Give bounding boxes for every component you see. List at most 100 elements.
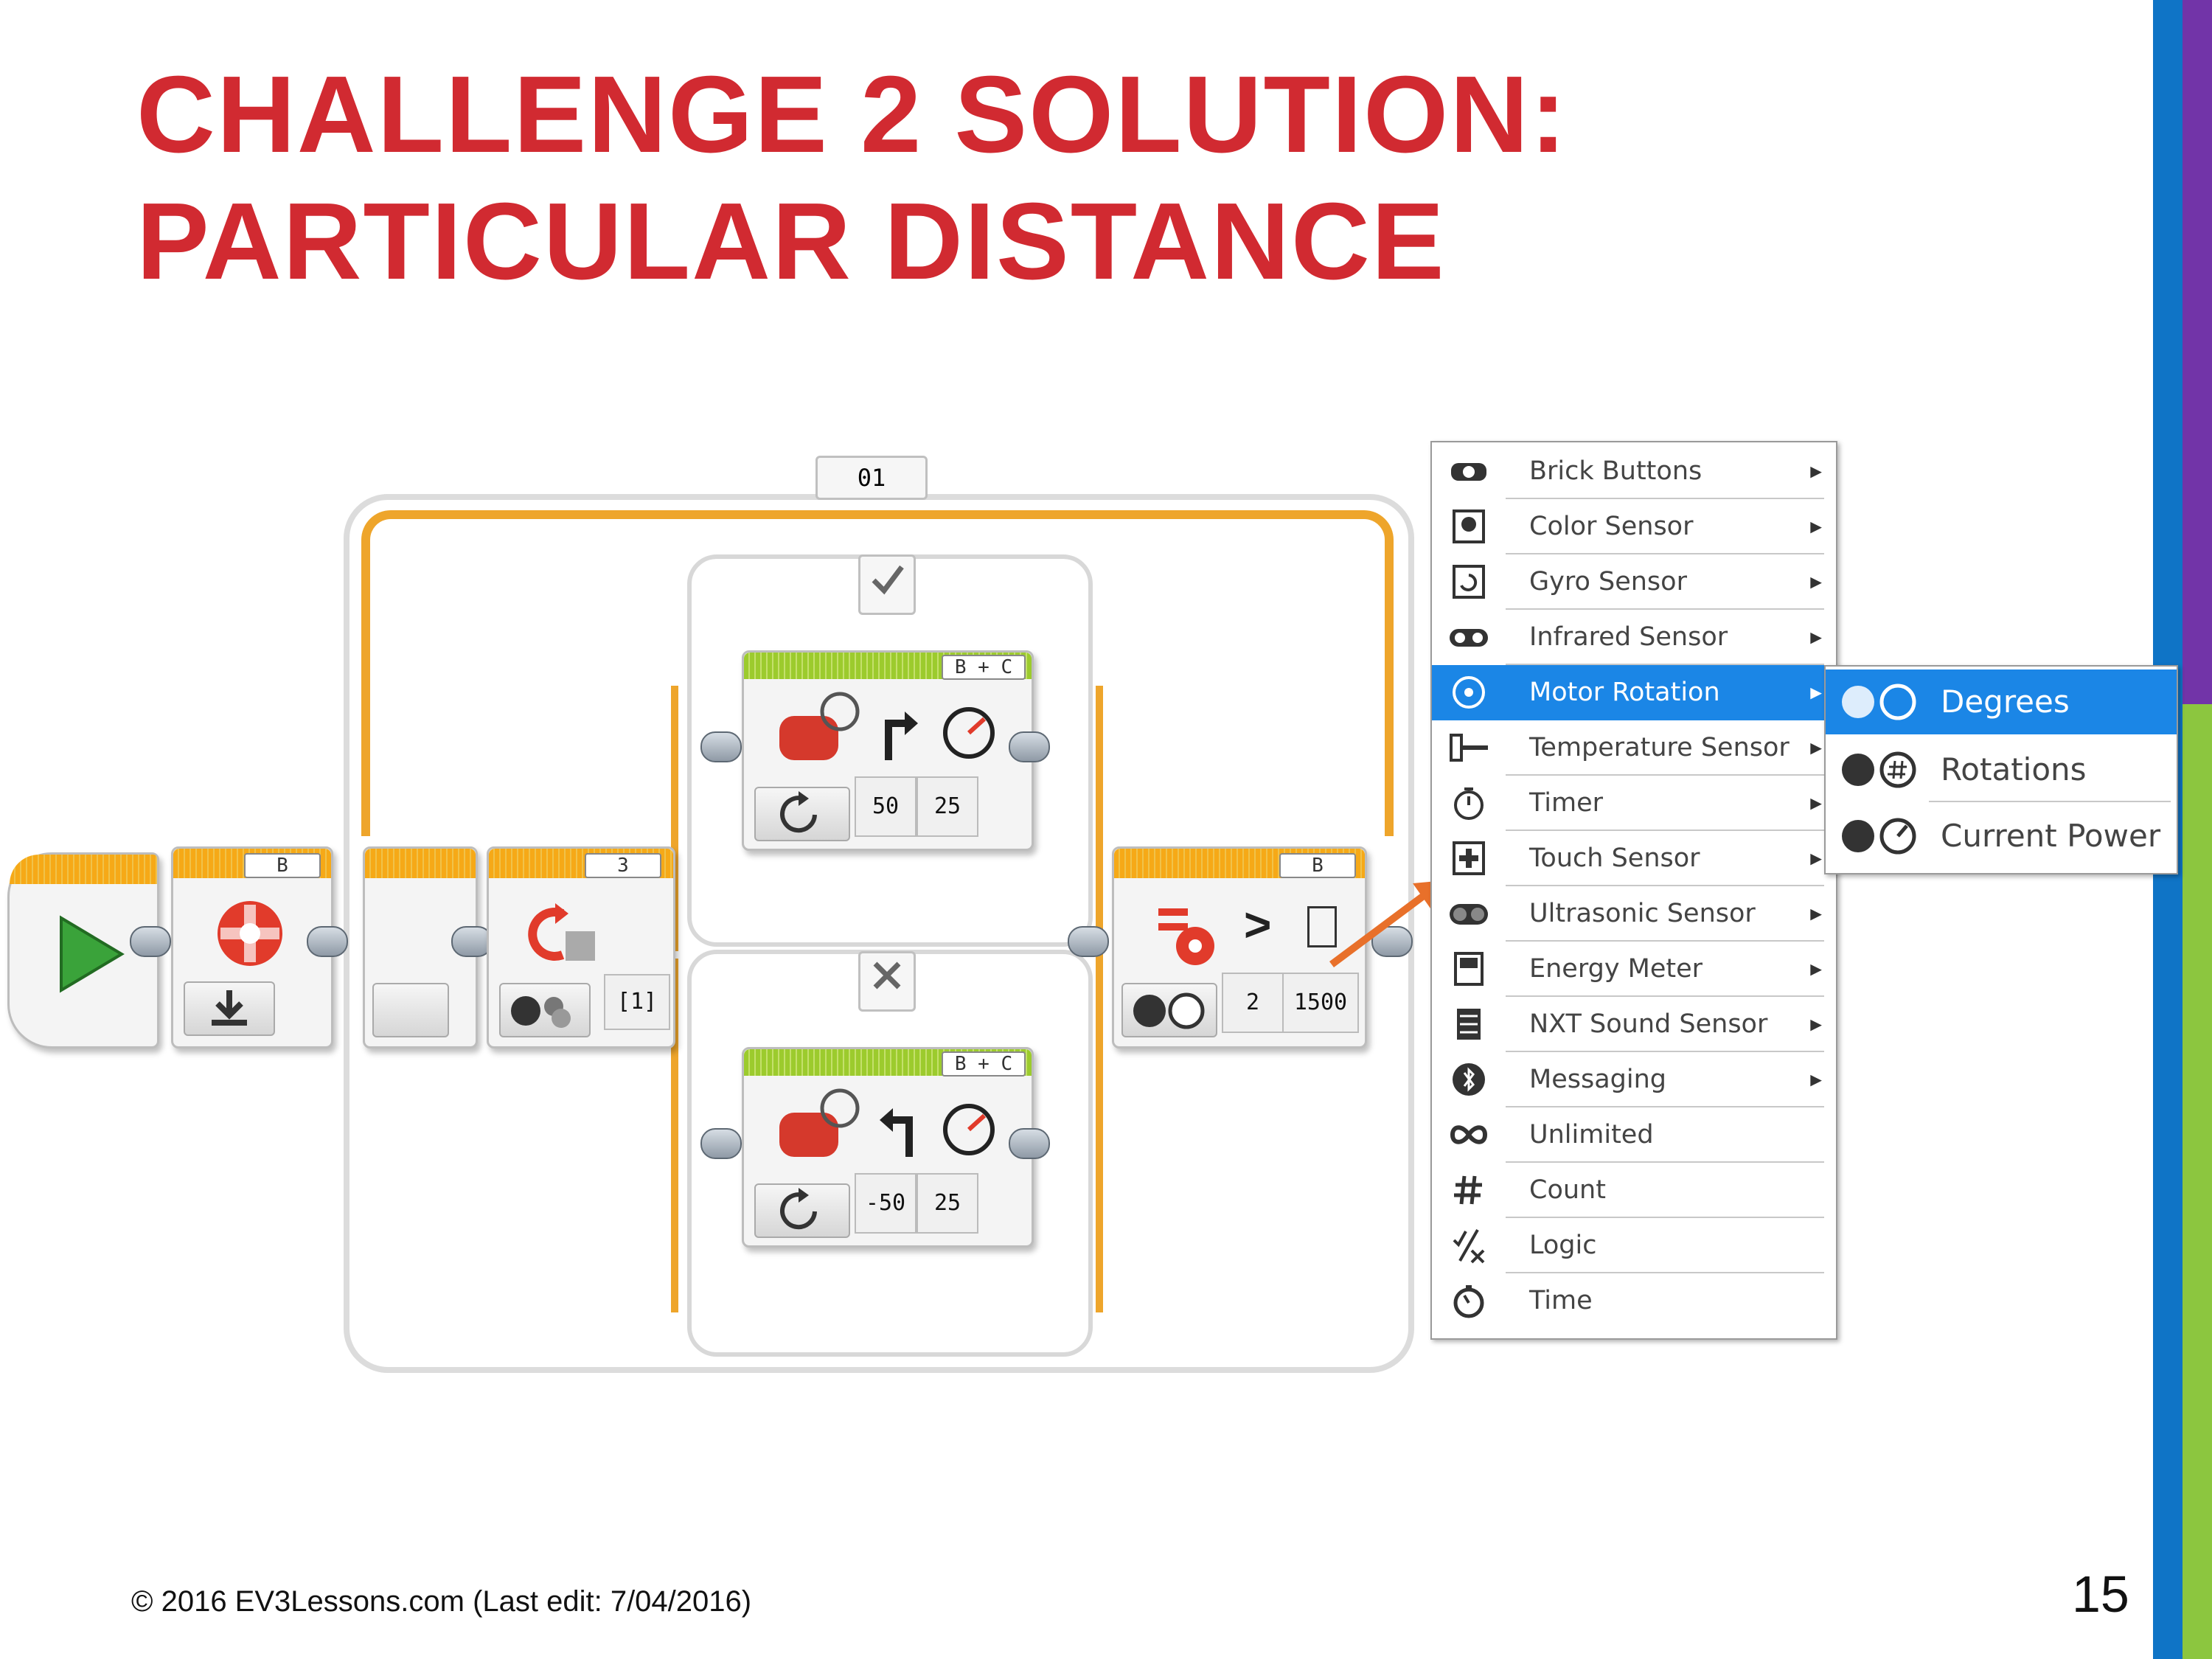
temperature-sensor-icon (1450, 734, 1488, 762)
port-label[interactable]: 3 (585, 853, 661, 878)
switch-color-sensor-block[interactable]: 3 [1] (487, 846, 675, 1048)
case-connector (1009, 1128, 1050, 1159)
large-motors-icon (779, 692, 860, 760)
submenu-arrow-icon: ► (1806, 571, 1826, 593)
mode-selector[interactable] (754, 787, 850, 841)
port-label[interactable]: B (244, 853, 321, 878)
submenu-arrow-icon: ► (1806, 792, 1826, 814)
submenu-item-rotations[interactable]: Rotations (1826, 737, 2177, 802)
mode-selector[interactable] (499, 983, 591, 1037)
false-case-tab (858, 951, 916, 1012)
x-icon (873, 961, 901, 990)
submenu-arrow-icon: ► (1806, 902, 1826, 925)
on-icon (780, 1188, 817, 1230)
menu-item-brick-buttons[interactable]: Brick Buttons ► (1432, 444, 1836, 499)
slide-title: CHALLENGE 2 SOLUTION: PARTICULAR DISTANC… (136, 52, 1568, 305)
mode-selector[interactable] (754, 1183, 850, 1238)
port-label[interactable]: B + C (942, 655, 1026, 680)
loop-mode-menu[interactable]: Brick Buttons ► Color Sensor ► Gyro Sensor… (1430, 441, 1837, 1340)
power-value[interactable]: 25 (917, 1173, 978, 1234)
color-compare-icon (511, 996, 571, 1028)
steering-value[interactable]: 50 (855, 776, 917, 837)
case-connector (700, 731, 742, 762)
true-case-tab (858, 554, 916, 615)
rotations-icon (1842, 751, 1916, 788)
submenu-item-degrees[interactable]: Degrees (1826, 669, 2177, 734)
title-line-2: PARTICULAR DISTANCE (136, 181, 1446, 302)
threshold-value[interactable]: 1500 (1282, 973, 1359, 1033)
submenu-arrow-icon: ► (1806, 515, 1826, 538)
menu-item-motor-rotation[interactable]: Motor Rotation ► (1432, 665, 1836, 720)
timer-icon (1454, 787, 1484, 820)
sequence-connector (130, 926, 171, 957)
energy-meter-icon (1454, 952, 1484, 986)
checkmark-icon (872, 565, 904, 595)
mode-selector[interactable] (1121, 983, 1217, 1037)
submenu-arrow-icon: ► (1806, 460, 1826, 482)
menu-item-ultrasonic-sensor[interactable]: Ultrasonic Sensor ► (1432, 886, 1836, 942)
loop-mode-selector[interactable] (372, 983, 449, 1037)
case-connector (1009, 731, 1050, 762)
power-gauge-icon (943, 1104, 995, 1155)
on-icon (780, 791, 817, 833)
infrared-sensor-icon (1450, 629, 1488, 647)
menu-item-unlimited[interactable]: Unlimited (1432, 1107, 1836, 1163)
color-set-value[interactable]: [1] (604, 974, 670, 1030)
loop-label-tab: 01 (815, 456, 928, 500)
steering-value[interactable]: -50 (855, 1173, 917, 1234)
power-gauge-icon (943, 707, 995, 759)
true-branch-wire-left (671, 686, 700, 951)
logic-icon (1453, 1229, 1485, 1264)
menu-item-touch-sensor[interactable]: Touch Sensor ► (1432, 831, 1836, 886)
download-icon (212, 990, 247, 1026)
motor-rotation-submenu[interactable]: Degrees Rotations Current Power (1824, 665, 2178, 874)
menu-item-energy-meter[interactable]: Energy Meter ► (1432, 942, 1836, 997)
move-steering-block-true[interactable]: B + C 50 25 (742, 650, 1034, 851)
true-branch-wire-right (1074, 686, 1103, 1312)
menu-item-gyro-sensor[interactable]: Gyro Sensor ► (1432, 554, 1836, 610)
motor-rotation-loop-icon (1158, 908, 1214, 965)
menu-item-infrared-sensor[interactable]: Infrared Sensor ► (1432, 610, 1836, 665)
port-label[interactable]: B + C (942, 1051, 1026, 1077)
compare-operator[interactable]: > (1244, 897, 1271, 952)
submenu-arrow-icon: ► (1806, 737, 1826, 759)
large-motors-icon (779, 1088, 860, 1157)
gyro-sensor-icon (1453, 565, 1485, 599)
infinity-icon (1450, 1125, 1488, 1144)
move-steering-block-false[interactable]: B + C -50 25 (742, 1047, 1034, 1248)
menu-item-count[interactable]: Count (1432, 1163, 1836, 1218)
hash-icon (1454, 1175, 1482, 1205)
mode-selector[interactable] (184, 981, 275, 1036)
menu-item-logic[interactable]: Logic (1432, 1218, 1836, 1273)
current-power-icon (1842, 818, 1916, 855)
ev3-program-canvas: 01 B 3 [1] B + C 50 25 B + C -50 25 B > … (0, 442, 1445, 1416)
power-value[interactable]: 25 (917, 776, 978, 837)
motor-rotation-icon (1453, 676, 1485, 709)
submenu-item-current-power[interactable]: Current Power (1826, 804, 2177, 869)
bluetooth-icon (1453, 1063, 1485, 1096)
motor-reset-icon (218, 901, 282, 966)
submenu-arrow-icon: ► (1806, 847, 1826, 869)
case-connector (700, 1128, 742, 1159)
menu-item-nxt-sound-sensor[interactable]: NXT Sound Sensor ► (1432, 997, 1836, 1052)
degrees-icon (1133, 992, 1205, 1029)
submenu-arrow-icon: ► (1806, 1068, 1826, 1091)
menu-item-color-sensor[interactable]: Color Sensor ► (1432, 499, 1836, 554)
stopwatch-icon (1453, 1285, 1484, 1318)
submenu-arrow-icon: ► (1806, 1013, 1826, 1035)
brick-buttons-icon (1451, 463, 1486, 481)
submenu-arrow-icon: ► (1806, 958, 1826, 980)
menu-item-time[interactable]: Time (1432, 1273, 1836, 1329)
submenu-arrow-icon: ► (1806, 626, 1826, 648)
sound-sensor-icon (1457, 1009, 1481, 1040)
menu-item-temperature-sensor[interactable]: Temperature Sensor ► (1432, 720, 1836, 776)
turn-left-icon (880, 1108, 913, 1157)
false-branch-wire-left (671, 959, 700, 1312)
menu-item-messaging[interactable]: Messaging ► (1432, 1052, 1836, 1107)
compare-type-value[interactable]: 2 (1222, 973, 1284, 1033)
sequence-connector (307, 926, 348, 957)
play-icon (60, 915, 125, 993)
menu-item-timer[interactable]: Timer ► (1432, 776, 1836, 831)
degrees-icon (1842, 684, 1916, 720)
switch-icon (528, 903, 595, 961)
